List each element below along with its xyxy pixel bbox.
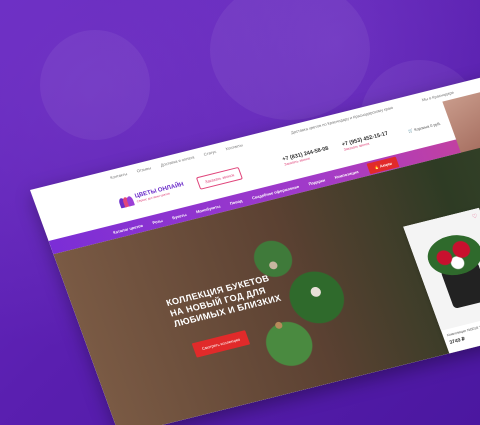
ornament xyxy=(268,260,279,271)
nav-item-gifts[interactable]: Подарки xyxy=(308,177,326,186)
phone-block-1[interactable]: +7 (831) 244-58-08 Заказать звонок xyxy=(282,146,331,167)
topbar-link[interactable]: Статус xyxy=(203,149,217,157)
nav-item-occasion[interactable]: Повод xyxy=(229,198,243,206)
topbar-link[interactable]: Отзывы xyxy=(136,165,152,173)
logo[interactable]: ЦВЕТЫ ОНЛАЙН Сервис доставки цветов xyxy=(117,181,186,209)
cart-label: Корзина xyxy=(413,123,430,132)
topbar-link[interactable]: Контакты xyxy=(225,142,243,151)
nav-item-roses[interactable]: Розы xyxy=(151,217,163,224)
nav-item-bouquets[interactable]: Букеты xyxy=(171,212,187,220)
tulip-logo-icon xyxy=(117,194,135,209)
heart-icon[interactable]: ♡ xyxy=(471,213,479,221)
product-image: ♡ xyxy=(403,207,480,331)
callback-button[interactable]: Заказать звонок xyxy=(195,166,243,190)
topbar-link[interactable]: Контакты xyxy=(109,171,127,180)
phone-block-2[interactable]: +7 (953) 452-15-17 Заказать звонок xyxy=(341,131,390,152)
view-collection-button[interactable]: Смотреть коллекцию xyxy=(191,330,251,358)
cart-total: 0 руб. xyxy=(429,120,442,128)
ornament xyxy=(309,285,323,298)
browser-mockup: Контакты Отзывы Доставка и оплата Статус… xyxy=(0,0,480,425)
nav-item-compositions[interactable]: Композиции xyxy=(334,169,359,180)
promotions-label: Акции xyxy=(378,160,393,169)
product-card[interactable]: ♡ Композиция №5018 "Яркое небо" 3749 ₽ xyxy=(403,207,480,407)
website-page: Контакты Отзывы Доставка и оплата Статус… xyxy=(30,54,480,425)
ornament xyxy=(274,321,284,330)
cart[interactable]: 🛒 Корзина 0 руб. xyxy=(407,120,441,133)
